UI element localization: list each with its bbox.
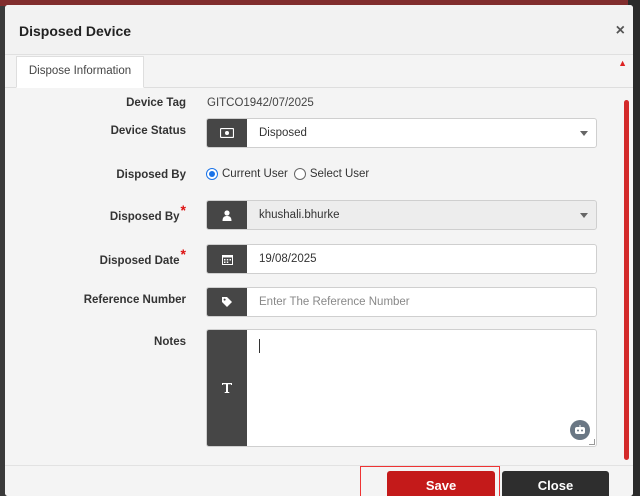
notes-field[interactable]: [206, 329, 597, 447]
scroll-up-icon[interactable]: ▲: [618, 58, 627, 68]
radio-current-user-control[interactable]: [206, 168, 218, 180]
tab-dispose-information[interactable]: Dispose Information: [16, 56, 144, 88]
disposed-by-radio-group: Current User Select User: [206, 168, 375, 180]
notes-label: Notes: [154, 336, 186, 348]
disposed-by-user-value: khushali.bhurke: [259, 209, 340, 221]
required-mark: *: [180, 202, 186, 218]
bot-icon[interactable]: [570, 420, 590, 440]
disposed-by-mode-label: Disposed By: [116, 169, 186, 181]
disposed-date-value: 19/08/2025: [259, 253, 317, 265]
calendar-icon: [207, 245, 247, 273]
resize-grip-icon[interactable]: [589, 439, 595, 445]
disposed-by-user-label-text: Disposed By: [109, 211, 180, 223]
reference-number-input[interactable]: Enter The Reference Number: [206, 287, 597, 317]
chevron-down-icon: [580, 213, 588, 218]
modal-footer: Save Close: [5, 465, 633, 496]
tag-icon: [207, 288, 247, 316]
disposed-by-user-select[interactable]: khushali.bhurke: [206, 200, 597, 230]
modal-header: Disposed Device ×: [5, 5, 633, 55]
device-tag-label: Device Tag: [126, 97, 186, 109]
text-icon: [207, 330, 247, 446]
scrollbar[interactable]: [624, 100, 629, 460]
device-status-select[interactable]: Disposed: [206, 118, 597, 148]
close-button[interactable]: Close: [502, 471, 609, 496]
reference-number-label: Reference Number: [83, 294, 186, 306]
disposed-by-user-label: Disposed By*: [5, 202, 186, 223]
radio-select-user-control[interactable]: [293, 168, 306, 180]
disposed-date-input[interactable]: 19/08/2025: [206, 244, 597, 274]
close-icon[interactable]: ×: [616, 23, 625, 39]
disposed-device-modal: Disposed Device × Dispose Information ▲ …: [5, 5, 633, 496]
radio-select-user[interactable]: Select User: [293, 168, 370, 180]
device-tag-value: GITCO1942/07/2025: [207, 97, 314, 109]
save-button[interactable]: Save: [387, 471, 495, 496]
device-status-label: Device Status: [110, 125, 186, 137]
reference-number-placeholder: Enter The Reference Number: [259, 296, 410, 308]
radio-current-user[interactable]: Current User: [206, 168, 288, 180]
modal-title: Disposed Device: [19, 23, 132, 39]
notes-textarea[interactable]: [247, 330, 596, 446]
radio-select-user-label: Select User: [309, 168, 370, 180]
required-mark: *: [180, 246, 186, 262]
disposed-date-label: Disposed Date*: [5, 246, 186, 267]
money-icon: [207, 119, 247, 147]
device-status-value: Disposed: [259, 127, 307, 139]
disposed-date-label-text: Disposed Date: [99, 255, 180, 267]
chevron-down-icon: [580, 131, 588, 136]
radio-current-user-label: Current User: [222, 168, 288, 180]
text-cursor: [259, 339, 260, 353]
tabs-bar: Dispose Information ▲: [5, 55, 633, 88]
user-icon: [207, 201, 247, 229]
